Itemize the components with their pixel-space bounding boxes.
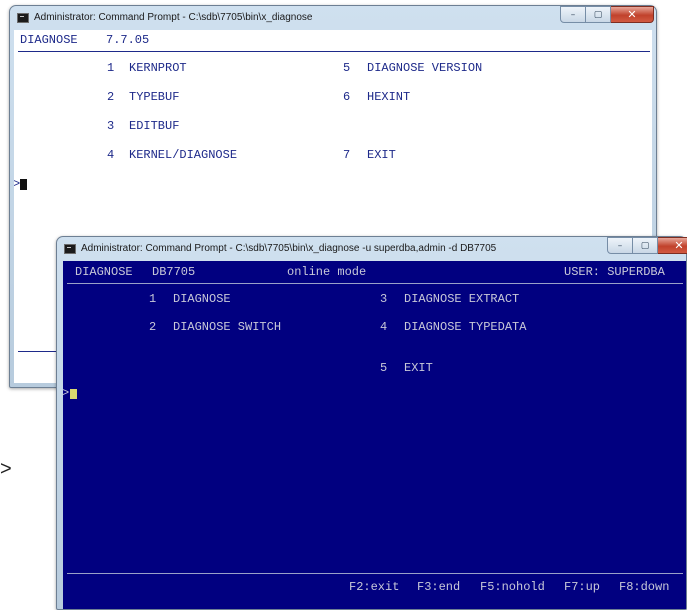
minimize-icon: – [570,9,576,20]
menu-label: DIAGNOSE EXTRACT [404,292,520,306]
function-key-f8[interactable]: F8:down [619,580,669,594]
close-button[interactable]: ✕ [611,6,654,23]
footer-divider [67,573,683,574]
function-key-f5[interactable]: F5:nohold [480,580,545,594]
front-window-title: Administrator: Command Prompt - C:\sdb\7… [81,243,497,254]
menu-label: DIAGNOSE [173,292,231,306]
menu-label: TYPEBUF [129,90,180,104]
maximize-button[interactable]: ▢ [586,6,611,23]
maximize-button[interactable]: ▢ [633,237,658,254]
front-console-window[interactable]: Administrator: Command Prompt - C:\sdb\7… [56,236,687,610]
menu-number: 5 [380,361,388,375]
database-label: DB7705 [152,265,196,279]
menu-number: 1 [107,61,115,75]
front-console-area[interactable]: DIAGNOSE DB7705 online mode USER: SUPERD… [63,261,686,609]
menu-number: 4 [107,148,115,162]
menu-label: KERNPROT [129,61,187,75]
command-prompt: > [63,386,70,400]
menu-number: 7 [343,148,351,162]
menu-label: EXIT [404,361,433,375]
menu-number: 1 [149,292,157,306]
app-name: DIAGNOSE [75,265,133,279]
minimize-icon: – [617,240,623,251]
close-icon: ✕ [674,239,684,252]
text-cursor [20,179,27,190]
console-icon [17,13,29,23]
menu-label: EXIT [367,148,396,162]
front-title-bar[interactable]: Administrator: Command Prompt - C:\sdb\7… [57,237,687,263]
mode-label: online mode [287,265,367,279]
function-key-f2[interactable]: F2:exit [349,580,399,594]
menu-label: KERNEL/DIAGNOSE [129,148,238,162]
menu-number: 4 [380,320,388,334]
menu-number: 3 [380,292,388,306]
menu-number: 2 [149,320,157,334]
menu-number: 6 [343,90,351,104]
menu-label: DIAGNOSE TYPEDATA [404,320,527,334]
text-cursor [70,389,77,399]
menu-number: 5 [343,61,351,75]
menu-label: DIAGNOSE SWITCH [173,320,282,334]
menu-number: 2 [107,90,115,104]
function-key-f7[interactable]: F7:up [564,580,600,594]
maximize-icon: ▢ [593,9,603,20]
menu-label: DIAGNOSE VERSION [367,61,483,75]
minimize-button[interactable]: – [560,6,586,23]
menu-label: HEXINT [367,90,411,104]
header-divider [67,283,683,284]
close-icon: ✕ [627,8,637,21]
outside-prompt-glyph: > [0,458,12,480]
header-divider [18,51,650,52]
back-window-title: Administrator: Command Prompt - C:\sdb\7… [34,12,313,23]
minimize-button[interactable]: – [607,237,633,254]
back-title-bar[interactable]: Administrator: Command Prompt - C:\sdb\7… [10,6,656,32]
maximize-icon: ▢ [640,240,650,251]
menu-label: EDITBUF [129,119,180,133]
user-label: USER: SUPERDBA [564,265,665,279]
function-key-f3[interactable]: F3:end [417,580,460,594]
app-name: DIAGNOSE [20,33,78,47]
version-label: 7.7.05 [106,33,150,47]
menu-number: 3 [107,119,115,133]
console-icon [64,244,76,254]
close-button[interactable]: ✕ [658,237,687,254]
